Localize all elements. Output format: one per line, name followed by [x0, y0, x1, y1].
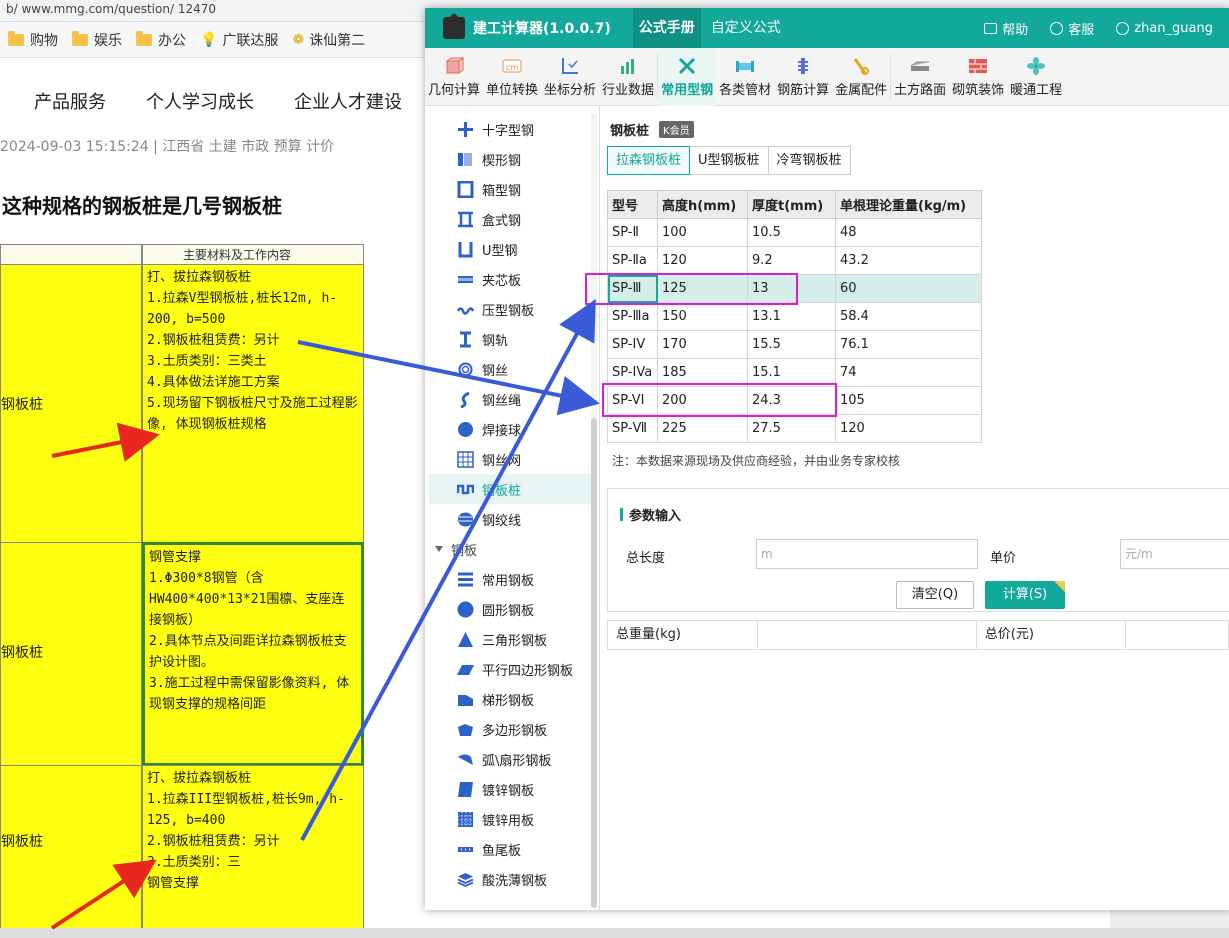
blue-arrow-2	[300, 298, 596, 841]
red-arrow-1	[51, 422, 160, 462]
annotation-arrows	[50, 298, 600, 930]
red-arrow-2	[50, 859, 157, 930]
blue-arrow-1	[297, 340, 600, 416]
tab-larssen[interactable]: 拉森钢板桩	[607, 146, 691, 175]
